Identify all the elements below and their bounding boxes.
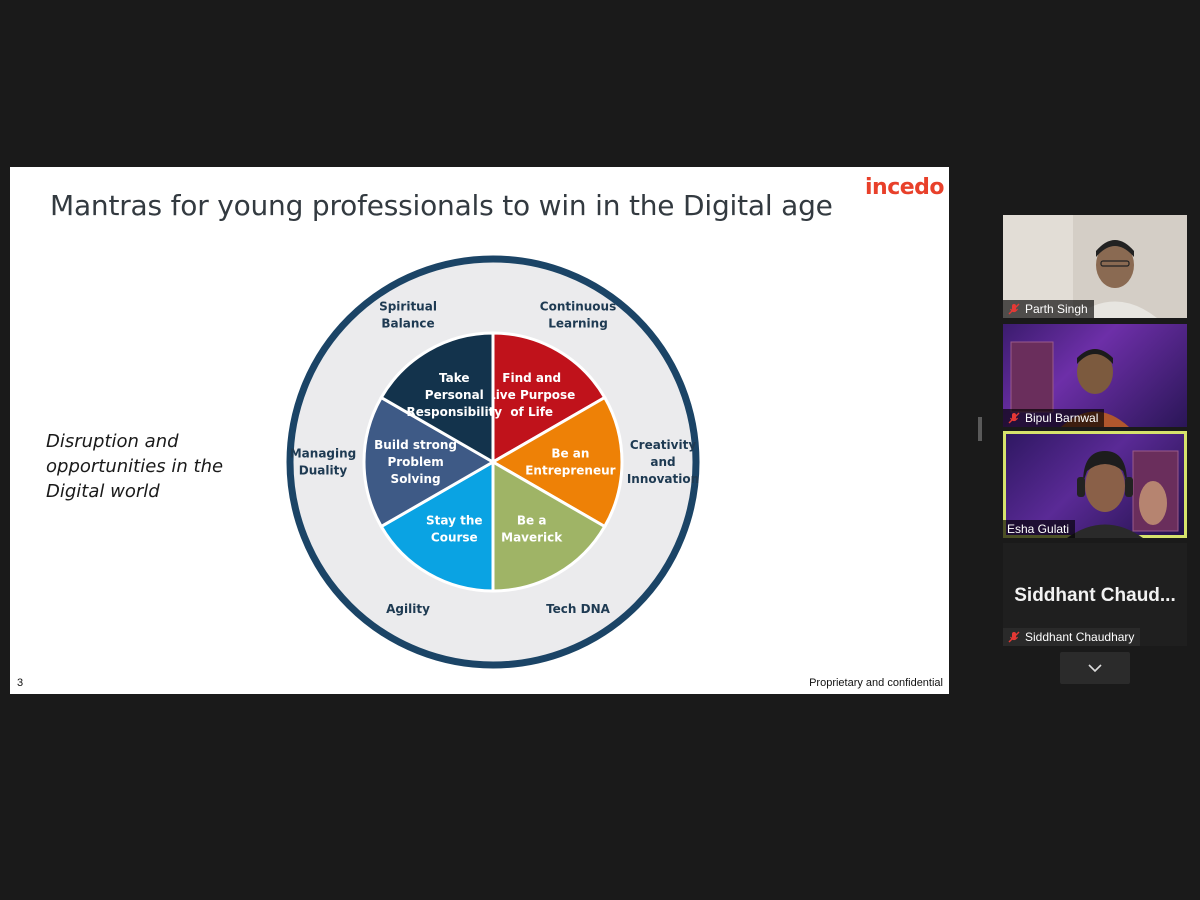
participant-name-bar: Siddhant Chaudhary [1003, 628, 1141, 646]
participant-placeholder-name: Siddhant Chaud... [1014, 585, 1176, 606]
participant-name: Parth Singh [1025, 302, 1088, 316]
wheel-outer-label: Agility [386, 602, 430, 616]
participant-name-bar: Parth Singh [1003, 300, 1094, 318]
mantras-wheel-diagram: Find and Live Purpose of LifeBe an Entrepre… [286, 255, 700, 669]
participant-tile-esha-active-speaker[interactable]: Esha Gulati [1003, 431, 1187, 538]
wheel-outer-label: Tech DNA [546, 602, 611, 616]
slide-footer: Proprietary and confidential [809, 677, 943, 689]
participant-name: Esha Gulati [1007, 522, 1070, 536]
shared-slide: Mantras for young professionals to win i… [10, 167, 949, 694]
resize-handle-icon[interactable] [978, 417, 982, 441]
participant-tile-bipul[interactable]: Bipul Barnwal [1003, 324, 1187, 427]
participant-tile-siddhant[interactable]: Siddhant Chaud... Siddhant Chaudhary [1003, 543, 1187, 646]
participant-name-bar: Esha Gulati [1003, 520, 1076, 538]
mic-off-icon [1008, 631, 1020, 643]
participant-tile-parth[interactable]: Parth Singh [1003, 215, 1187, 318]
mic-off-icon [1008, 303, 1020, 315]
participant-name-bar: Bipul Barnwal [1003, 409, 1105, 427]
slide-page-number: 3 [17, 677, 24, 689]
participants-scroll-down-button[interactable] [1060, 652, 1130, 684]
participant-name: Siddhant Chaudhary [1025, 630, 1135, 644]
chevron-down-icon [1088, 664, 1102, 673]
participant-name: Bipul Barnwal [1025, 411, 1099, 425]
mic-off-icon [1008, 412, 1020, 424]
